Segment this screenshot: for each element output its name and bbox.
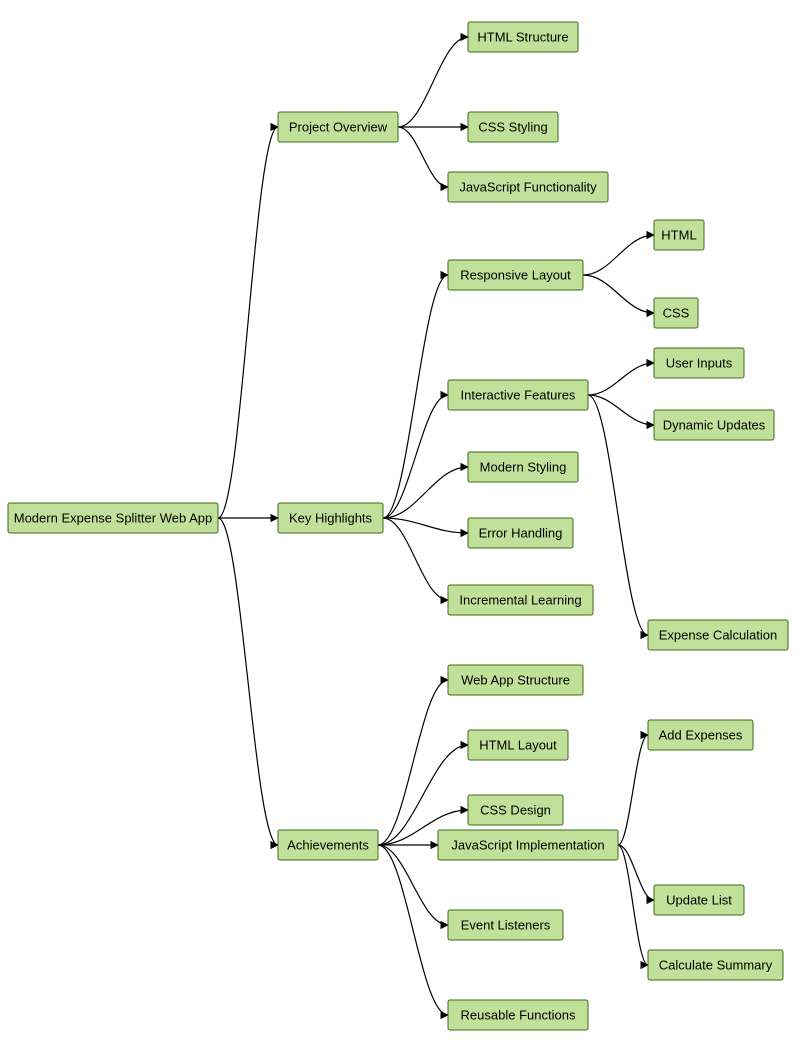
node-label-calc_summary: Calculate Summary: [659, 957, 773, 972]
concept-map: Modern Expense Splitter Web App Project O…: [0, 0, 800, 1047]
node-label-js_impl: JavaScript Implementation: [451, 837, 604, 852]
node-js_impl: JavaScript Implementation: [438, 830, 618, 860]
node-label-js_functionality: JavaScript Functionality: [459, 179, 597, 194]
edge-project_overview-js_functionality: [398, 127, 448, 187]
node-html_layout: HTML Layout: [468, 730, 568, 760]
edge-achievements-web_app_struct: [378, 680, 448, 845]
edge-responsive_layout-css: [583, 275, 654, 313]
node-expense_calc: Expense Calculation: [648, 620, 788, 650]
node-js_functionality: JavaScript Functionality: [448, 172, 608, 202]
node-interactive: Interactive Features: [448, 380, 588, 410]
node-css_styling: CSS Styling: [468, 112, 558, 142]
node-add_expenses: Add Expenses: [648, 720, 753, 750]
node-label-event_listeners: Event Listeners: [461, 917, 551, 932]
node-label-expense_calc: Expense Calculation: [659, 627, 778, 642]
node-label-user_inputs: User Inputs: [666, 355, 733, 370]
node-label-interactive: Interactive Features: [461, 387, 576, 402]
node-label-html_structure: HTML Structure: [477, 29, 568, 44]
node-label-update_list: Update List: [666, 892, 732, 907]
node-label-reusable_fns: Reusable Functions: [461, 1007, 576, 1022]
node-responsive_layout: Responsive Layout: [448, 260, 583, 290]
node-update_list: Update List: [654, 885, 744, 915]
node-achievements: Achievements: [278, 830, 378, 860]
node-web_app_struct: Web App Structure: [448, 665, 583, 695]
node-label-achievements: Achievements: [287, 837, 369, 852]
edge-interactive-expense_calc: [588, 395, 648, 635]
node-reusable_fns: Reusable Functions: [448, 1000, 588, 1030]
node-label-project_overview: Project Overview: [289, 119, 388, 134]
node-event_listeners: Event Listeners: [448, 910, 563, 940]
node-label-error_handling: Error Handling: [479, 525, 563, 540]
node-label-modern_styling: Modern Styling: [480, 459, 567, 474]
node-dynamic_updates: Dynamic Updates: [654, 410, 774, 440]
node-label-web_app_struct: Web App Structure: [461, 672, 570, 687]
edge-project_overview-html_structure: [398, 37, 468, 127]
edge-key_highlights-responsive_layout: [383, 275, 448, 518]
node-label-html_layout: HTML Layout: [479, 737, 557, 752]
node-project_overview: Project Overview: [278, 112, 398, 142]
node-root: Modern Expense Splitter Web App: [8, 503, 218, 533]
node-label-root: Modern Expense Splitter Web App: [14, 510, 213, 525]
node-label-responsive_layout: Responsive Layout: [460, 267, 571, 282]
node-label-css_styling: CSS Styling: [478, 119, 547, 134]
edge-js_impl-calc_summary: [618, 845, 648, 965]
node-css_design: CSS Design: [468, 795, 563, 825]
node-label-incremental: Incremental Learning: [459, 592, 581, 607]
node-label-dynamic_updates: Dynamic Updates: [663, 417, 766, 432]
edge-root-achievements: [218, 518, 278, 845]
node-modern_styling: Modern Styling: [468, 452, 578, 482]
node-error_handling: Error Handling: [468, 518, 573, 548]
node-label-add_expenses: Add Expenses: [659, 727, 743, 742]
edge-achievements-reusable_fns: [378, 845, 448, 1015]
node-html_structure: HTML Structure: [468, 22, 578, 52]
node-label-css: CSS: [663, 305, 690, 320]
edge-js_impl-add_expenses: [618, 735, 648, 845]
node-label-html: HTML: [661, 227, 696, 242]
node-label-css_design: CSS Design: [480, 802, 551, 817]
node-user_inputs: User Inputs: [654, 348, 744, 378]
node-label-key_highlights: Key Highlights: [289, 510, 373, 525]
node-calc_summary: Calculate Summary: [648, 950, 783, 980]
edge-key_highlights-modern_styling: [383, 467, 468, 518]
edge-key_highlights-incremental: [383, 518, 448, 600]
node-html: HTML: [654, 220, 704, 250]
edge-responsive_layout-html: [583, 235, 654, 275]
node-incremental: Incremental Learning: [448, 585, 593, 615]
edge-interactive-user_inputs: [588, 363, 654, 395]
node-css: CSS: [654, 298, 698, 328]
node-key_highlights: Key Highlights: [278, 503, 383, 533]
edge-key_highlights-interactive: [383, 395, 448, 518]
edge-root-project_overview: [218, 127, 278, 518]
